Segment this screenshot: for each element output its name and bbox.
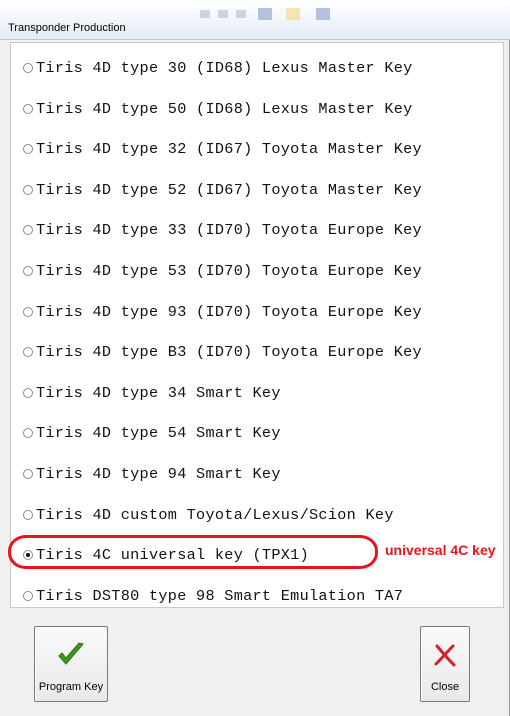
option-label: Tiris 4D type B3 (ID70) Toyota Europe Ke…: [36, 343, 422, 362]
radio-button[interactable]: [23, 590, 33, 601]
option-row[interactable]: Tiris 4D type B3 (ID70) Toyota Europe Ke…: [11, 332, 503, 372]
annotation-label: universal 4C key: [385, 542, 496, 558]
option-row[interactable]: Tiris 4D type 30 (ID68) Lexus Master Key: [11, 48, 503, 88]
toolbar-ghost-icons: [200, 8, 330, 20]
option-label: Tiris 4D type 30 (ID68) Lexus Master Key: [36, 59, 413, 77]
title-bar: Transponder Production: [0, 0, 510, 40]
option-row[interactable]: Tiris 4D type 54 Smart Key: [11, 413, 503, 453]
transponder-window: Transponder Production Tiris 4D type 30 …: [0, 0, 510, 716]
option-label: Tiris DST80 type 98 Smart Emulation TA7: [36, 586, 404, 605]
radio-button[interactable]: [23, 306, 33, 317]
close-label: Close: [430, 681, 460, 693]
option-row[interactable]: Tiris 4D type 53 (ID70) Toyota Europe Ke…: [11, 251, 503, 291]
option-row[interactable]: Tiris 4D type 33 (ID70) Toyota Europe Ke…: [11, 210, 503, 250]
option-label: Tiris 4D type 93 (ID70) Toyota Europe Ke…: [36, 302, 422, 321]
program-key-button[interactable]: Program Key: [34, 626, 108, 702]
program-key-label: Program Key: [38, 681, 104, 693]
option-label: Tiris 4D type 52 (ID67) Toyota Master Ke…: [36, 180, 422, 199]
radio-button[interactable]: [23, 103, 33, 114]
radio-button[interactable]: [23, 550, 33, 561]
option-row[interactable]: Tiris 4D type 50 (ID68) Lexus Master Key: [11, 89, 503, 129]
radio-button[interactable]: [23, 266, 33, 276]
close-button[interactable]: Close: [420, 626, 470, 702]
option-label: Tiris 4D type 54 Smart Key: [36, 424, 281, 443]
x-close-icon: [421, 639, 469, 671]
option-label: Tiris 4D type 33 (ID70) Toyota Europe Ke…: [36, 221, 422, 240]
option-row[interactable]: Tiris 4D type 93 (ID70) Toyota Europe Ke…: [11, 292, 503, 332]
radio-button[interactable]: [23, 63, 33, 73]
option-row[interactable]: Tiris 4D type 34 Smart Key: [11, 373, 503, 413]
option-row[interactable]: Tiris 4D type 52 (ID67) Toyota Master Ke…: [11, 170, 503, 210]
option-row[interactable]: Tiris 4D custom Toyota/Lexus/Scion Key: [11, 495, 503, 535]
radio-button[interactable]: [23, 144, 33, 155]
radio-button[interactable]: [23, 428, 33, 439]
option-label: Tiris 4D type 50 (ID68) Lexus Master Key: [36, 99, 413, 118]
radio-button[interactable]: [23, 184, 33, 195]
option-row[interactable]: Tiris 4D type 32 (ID67) Toyota Master Ke…: [11, 129, 503, 169]
option-label: Tiris 4D type 94 Smart Key: [36, 465, 281, 483]
radio-button[interactable]: [23, 387, 33, 398]
radio-button[interactable]: [23, 225, 33, 236]
option-label: Tiris 4D custom Toyota/Lexus/Scion Key: [36, 505, 394, 524]
option-label: Tiris 4C universal key (TPX1): [36, 546, 310, 565]
option-row[interactable]: Tiris DST80 type 98 Smart Emulation TA7: [11, 576, 503, 607]
option-label: Tiris 4D type 53 (ID70) Toyota Europe Ke…: [36, 262, 422, 280]
option-row[interactable]: Tiris 4D type 94 Smart Key: [11, 454, 503, 494]
option-label: Tiris 4D type 32 (ID67) Toyota Master Ke…: [36, 140, 422, 159]
option-label: Tiris 4D type 34 Smart Key: [36, 383, 281, 402]
radio-button[interactable]: [23, 347, 33, 358]
radio-button[interactable]: [23, 509, 33, 520]
radio-button[interactable]: [23, 469, 33, 479]
checkmark-icon: [35, 639, 107, 671]
window-title: Transponder Production: [8, 22, 126, 34]
transponder-options-list: Tiris 4D type 30 (ID68) Lexus Master Key…: [10, 42, 504, 608]
